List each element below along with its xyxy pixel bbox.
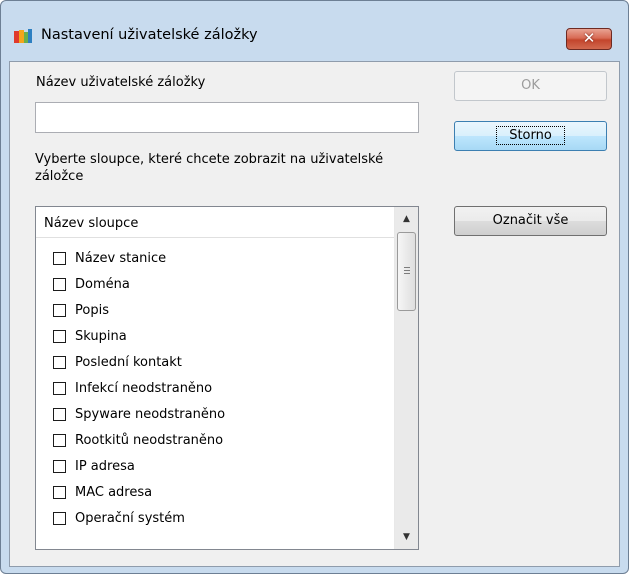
list-item-label: Infekcí neodstraněno: [75, 381, 213, 396]
checkbox[interactable]: [53, 356, 66, 369]
list-item[interactable]: Skupina: [36, 325, 394, 351]
column-header-label: Název sloupce: [44, 216, 139, 231]
list-item-label: Skupina: [75, 329, 127, 344]
checkbox[interactable]: [53, 278, 66, 291]
cancel-button[interactable]: Storno: [454, 121, 607, 151]
cancel-button-label: Storno: [496, 126, 565, 145]
list-item[interactable]: MAC adresa: [36, 481, 394, 507]
list-item[interactable]: Infekcí neodstraněno: [36, 377, 394, 403]
title-bar[interactable]: Nastavení uživatelské záložky ✕: [1, 1, 628, 61]
checkbox[interactable]: [53, 434, 66, 447]
list-item-label: Název stanice: [75, 251, 167, 266]
list-item[interactable]: Popis: [36, 299, 394, 325]
list-item-label: Poslední kontakt: [75, 355, 182, 370]
list-header[interactable]: Název sloupce: [36, 207, 394, 238]
list-item-label: Popis: [75, 303, 109, 318]
scroll-down-arrow-icon[interactable]: ▼: [395, 527, 418, 547]
close-button[interactable]: ✕: [566, 28, 612, 50]
list-item[interactable]: Spyware neodstraněno: [36, 403, 394, 429]
list-item-label: Spyware neodstraněno: [75, 407, 226, 422]
list-item[interactable]: IP adresa: [36, 455, 394, 481]
checkbox[interactable]: [53, 512, 66, 525]
tab-name-label: Název uživatelské záložky: [36, 75, 206, 90]
avg-logo-icon: [14, 29, 32, 43]
tab-name-input[interactable]: [35, 102, 419, 133]
list-item[interactable]: Název stanice: [36, 247, 394, 273]
list-item-label: Doména: [75, 277, 130, 292]
checkbox[interactable]: [53, 304, 66, 317]
list-item[interactable]: Rootkitů neodstraněno: [36, 429, 394, 455]
ok-button[interactable]: OK: [454, 71, 607, 101]
scrollbar-thumb[interactable]: [397, 232, 416, 311]
checkbox[interactable]: [53, 330, 66, 343]
dialog-body: Název uživatelské záložky Vyberte sloupc…: [9, 61, 620, 567]
window-title: Nastavení uživatelské záložky: [41, 27, 258, 43]
checkbox[interactable]: [53, 408, 66, 421]
list-item[interactable]: Doména: [36, 273, 394, 299]
list-item-label: Rootkitů neodstraněno: [75, 433, 224, 448]
columns-instruction-label: Vyberte sloupce, které chcete zobrazit n…: [35, 152, 384, 184]
scroll-up-arrow-icon[interactable]: ▲: [395, 209, 418, 229]
select-all-button[interactable]: Označit vše: [454, 206, 607, 236]
list-item[interactable]: Operační systém: [36, 507, 394, 533]
columns-list: Název sloupce Název stanice Doména Popis…: [35, 206, 419, 550]
checkbox[interactable]: [53, 382, 66, 395]
grip-line: [404, 267, 410, 268]
list-item[interactable]: Poslední kontakt: [36, 351, 394, 377]
list-item-label: IP adresa: [75, 459, 135, 474]
grip-line: [404, 270, 410, 271]
close-icon: ✕: [582, 29, 596, 47]
list-item-label: Operační systém: [75, 511, 185, 526]
checkbox[interactable]: [53, 486, 66, 499]
dialog-window: Nastavení uživatelské záložky ✕ Název už…: [0, 0, 629, 574]
list-item-label: MAC adresa: [75, 485, 153, 500]
vertical-scrollbar[interactable]: ▲ ▼: [394, 207, 418, 549]
checkbox[interactable]: [53, 252, 66, 265]
checkbox[interactable]: [53, 460, 66, 473]
grip-line: [404, 273, 410, 274]
